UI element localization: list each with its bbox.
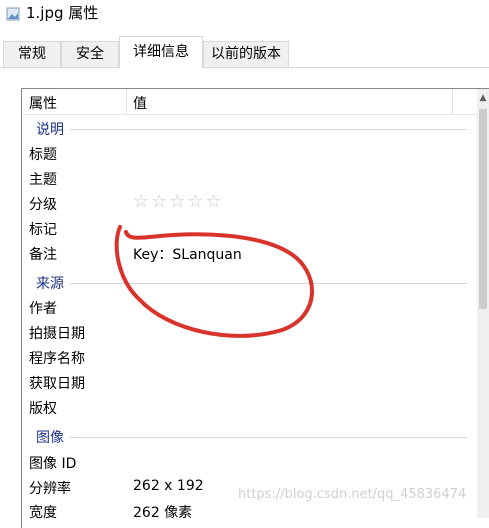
annotation-circle [114, 225, 314, 338]
tab-details[interactable]: 详细信息 [119, 36, 203, 68]
